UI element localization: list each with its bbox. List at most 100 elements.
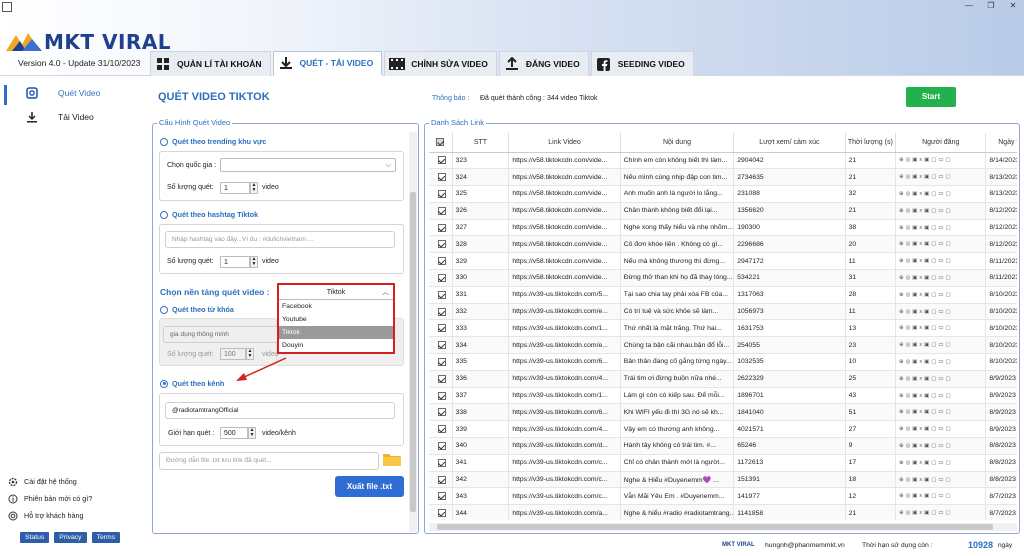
radio-button[interactable] — [160, 210, 168, 219]
start-button[interactable]: Start — [906, 87, 956, 107]
platform-dropdown[interactable]: Tiktok ︿ Facebook Youtube Tiktok Douyin — [277, 283, 395, 354]
row-checkbox[interactable] — [437, 441, 446, 450]
table-row[interactable]: 323 https://v58.tiktokcdn.com/vide... Chín… — [429, 152, 1017, 170]
channel-radio[interactable]: Quét theo kênh — [160, 379, 224, 388]
table-row[interactable]: 342 https://v39-us.tiktokcdn.com/c... Nghe… — [429, 471, 1017, 489]
tab-scan-download[interactable]: QUÉT - TẢI VIDEO — [272, 51, 383, 76]
row-checkbox[interactable] — [437, 173, 446, 182]
column-header[interactable]: Link Video — [508, 133, 621, 153]
customer-support-link[interactable]: Hỗ trợ khách hàng — [0, 507, 140, 524]
stepper-arrows-icon[interactable]: ▲ ▼ — [250, 256, 258, 268]
hashtag-radio[interactable]: Quét theo hashtag Tiktok — [160, 210, 258, 219]
scrollbar-thumb[interactable] — [410, 192, 416, 512]
table-horizontal-scrollbar[interactable] — [429, 523, 1017, 531]
tab-seeding-video[interactable]: SEEDING VIDEO — [590, 51, 694, 76]
column-header[interactable]: STT — [452, 133, 510, 153]
platform-option-facebook[interactable]: Facebook — [279, 300, 393, 313]
select-all-header[interactable] — [429, 133, 453, 153]
row-checkbox[interactable] — [437, 458, 446, 467]
trending-count-input[interactable]: 1 — [220, 182, 250, 194]
select-all-checkbox[interactable] — [436, 138, 445, 147]
row-checkbox[interactable] — [437, 357, 446, 366]
channel-limit-input[interactable]: 500 — [220, 427, 248, 439]
row-checkbox[interactable] — [437, 307, 446, 316]
platform-option-tiktok[interactable]: Tiktok — [279, 326, 393, 339]
scrollbar-thumb[interactable] — [437, 524, 993, 530]
table-row[interactable]: 328 https://v58.tiktokcdn.com/vide... Cô đ… — [429, 235, 1017, 254]
table-row[interactable]: 333 https://v39-us.tiktokcdn.com/1... Thứ … — [429, 319, 1017, 338]
whats-new-link[interactable]: Phiên bản mới có gì? — [0, 490, 140, 507]
row-checkbox[interactable] — [437, 475, 446, 484]
stepper-arrows-icon[interactable]: ▲ ▼ — [250, 182, 258, 194]
table-row[interactable]: 344 https://v39-us.tiktokcdn.com/a... Nghe… — [429, 504, 1017, 520]
export-txt-button[interactable]: Xuất file .txt — [335, 476, 404, 497]
table-row[interactable]: 324 https://v58.tiktokcdn.com/vide... Nếu … — [429, 168, 1017, 187]
minimize-icon[interactable]: — — [958, 0, 980, 12]
table-row[interactable]: 330 https://v58.tiktokcdn.com/vide... Đừng… — [429, 269, 1017, 287]
radio-button[interactable] — [160, 305, 168, 314]
table-row[interactable]: 339 https://v39-us.tiktokcdn.com/4... Vậy … — [429, 420, 1017, 439]
column-header[interactable]: Thời lượng (s) — [845, 133, 897, 153]
table-row[interactable]: 325 https://v58.tiktokcdn.com/vide... Anh … — [429, 185, 1017, 203]
tab-account-manager[interactable]: QUẢN LÍ TÀI KHOẢN — [150, 51, 271, 76]
table-row[interactable]: 331 https://v39-us.tiktokcdn.com/5... Tại … — [429, 286, 1017, 304]
row-checkbox[interactable] — [437, 324, 446, 333]
config-scrollbar[interactable] — [409, 132, 417, 532]
row-checkbox[interactable] — [437, 374, 446, 383]
folder-icon[interactable] — [383, 452, 401, 466]
row-checkbox[interactable] — [437, 341, 446, 350]
tab-post-video[interactable]: ĐĂNG VIDEO — [498, 51, 589, 76]
row-checkbox[interactable] — [437, 391, 446, 400]
row-checkbox[interactable] — [437, 408, 446, 417]
radio-button[interactable] — [160, 137, 168, 146]
row-checkbox[interactable] — [437, 240, 446, 249]
table-row[interactable]: 334 https://v39-us.tiktokcdn.com/e... Chún… — [429, 336, 1017, 355]
platform-option-youtube[interactable]: Youtube — [279, 313, 393, 326]
hashtag-count-input[interactable]: 1 — [220, 256, 250, 268]
country-select[interactable]: ⌵ — [220, 158, 396, 172]
platform-select[interactable]: Tiktok ︿ — [279, 285, 393, 300]
row-checkbox[interactable] — [437, 206, 446, 215]
row-checkbox[interactable] — [437, 156, 446, 165]
row-checkbox[interactable] — [437, 273, 446, 282]
platform-option-douyin[interactable]: Douyin — [279, 339, 393, 352]
radio-button[interactable] — [160, 379, 168, 388]
table-row[interactable]: 337 https://v39-us.tiktokcdn.com/1... Làm … — [429, 387, 1017, 405]
system-settings-link[interactable]: Cài đặt hệ thống — [0, 473, 140, 490]
table-row[interactable]: 340 https://v39-us.tiktokcdn.com/d... Hành… — [429, 437, 1017, 455]
stepper-arrows-icon[interactable]: ▲ ▼ — [248, 427, 256, 439]
keyword-count-input[interactable]: 100 — [220, 348, 246, 360]
column-header[interactable]: Người đăng — [895, 133, 987, 153]
trending-radio[interactable]: Quét theo trending khu vực — [160, 137, 266, 146]
hashtag-input[interactable]: Nhập hashtag vào đây...Ví du : #dulichvi… — [165, 231, 395, 248]
row-checkbox[interactable] — [437, 189, 446, 198]
sidebar-item-scan-video[interactable]: Quét Video — [0, 81, 140, 105]
table-row[interactable]: 338 https://v39-us.tiktokcdn.com/6... Khi … — [429, 403, 1017, 422]
close-icon[interactable]: ✕ — [1002, 0, 1024, 12]
sidebar-item-download-video[interactable]: Tải Video — [0, 105, 140, 129]
table-row[interactable]: 335 https://v39-us.tiktokcdn.com/6... Bản … — [429, 353, 1017, 371]
table-row[interactable]: 326 https://v58.tiktokcdn.com/vide... Chân… — [429, 202, 1017, 220]
row-checkbox[interactable] — [437, 290, 446, 299]
keyword-input[interactable]: gia dụng thông minh — [163, 326, 285, 343]
keyword-radio[interactable]: Quét theo từ khóa — [160, 305, 234, 314]
table-row[interactable]: 336 https://v39-us.tiktokcdn.com/4... Trái… — [429, 370, 1017, 388]
table-row[interactable]: 341 https://v39-us.tiktokcdn.com/c... Chỉ … — [429, 454, 1017, 472]
column-header[interactable]: Lượt xem/ cảm xúc — [733, 133, 846, 153]
stepper-arrows-icon[interactable]: ▲ ▼ — [246, 348, 254, 360]
table-row[interactable]: 332 https://v39-us.tiktokcdn.com/e... Có t… — [429, 303, 1017, 321]
column-header[interactable]: Ngày tạo — [985, 133, 1017, 153]
channel-input[interactable]: @radiotamtrangOfficial — [165, 402, 395, 419]
row-checkbox[interactable] — [437, 509, 446, 518]
row-checkbox[interactable] — [437, 257, 446, 266]
row-checkbox[interactable] — [437, 492, 446, 501]
row-checkbox[interactable] — [437, 223, 446, 232]
row-checkbox[interactable] — [437, 425, 446, 434]
table-row[interactable]: 343 https://v39-us.tiktokcdn.com/c... Vẫn … — [429, 487, 1017, 506]
save-path-input[interactable]: Đường dẫn file .txt lưu link đã quét... — [159, 452, 379, 470]
maximize-icon[interactable]: ❐ — [980, 0, 1002, 12]
tab-edit-video[interactable]: CHỈNH SỬA VIDEO — [384, 51, 497, 76]
table-row[interactable]: 327 https://v58.tiktokcdn.com/vide... Nghe… — [429, 219, 1017, 237]
table-row[interactable]: 329 https://v58.tiktokcdn.com/vide... Nếu … — [429, 252, 1017, 271]
column-header[interactable]: Nội dung — [620, 133, 735, 153]
